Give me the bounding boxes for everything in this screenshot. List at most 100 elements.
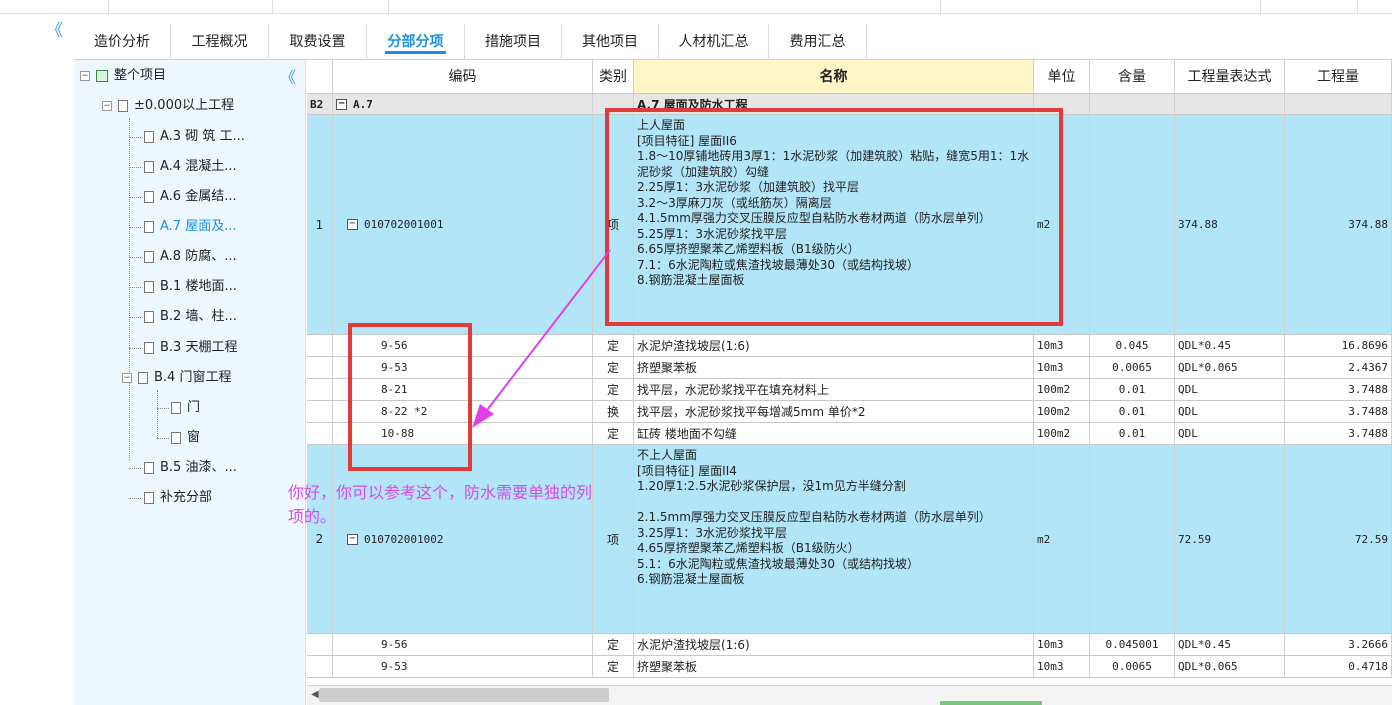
row-seq: 2 xyxy=(307,445,333,634)
tree-root[interactable]: − 整个项目 xyxy=(80,65,166,87)
row-quantity: 3.7488 xyxy=(1285,379,1392,401)
tree-node-a8[interactable]: A.8 防腐、... xyxy=(144,246,237,268)
header-quantity[interactable]: 工程量 xyxy=(1285,60,1392,94)
table-row[interactable]: 2 −010702001002 项 不上人屋面 [项目特征] 屋面II4 1.2… xyxy=(307,445,1392,634)
top-toolbar-strip xyxy=(0,0,1392,14)
tree-guide-line xyxy=(129,197,141,198)
row-code[interactable]: −010702001002 xyxy=(333,445,593,634)
row-unit: 10m3 xyxy=(1034,335,1090,357)
tree-root-label: 整个项目 xyxy=(114,68,167,83)
row-ratio xyxy=(1090,445,1175,634)
tab-labor-material-summary[interactable]: 人材机汇总 xyxy=(659,24,769,60)
header-expression[interactable]: 工程量表达式 xyxy=(1175,60,1285,94)
row-expression[interactable]: QDL*0.065 xyxy=(1175,357,1285,379)
collapse-icon[interactable]: − xyxy=(347,533,358,545)
document-icon xyxy=(144,190,154,203)
row-name[interactable]: 缸砖 楼地面不勾缝 xyxy=(634,423,1034,445)
tab-measure-items[interactable]: 措施项目 xyxy=(465,24,562,60)
tree-node-door[interactable]: 门 xyxy=(171,397,200,419)
tree-node-above-ground[interactable]: − ±0.000以上工程 xyxy=(102,95,234,117)
tree-node-a4[interactable]: A.4 混凝土... xyxy=(144,156,237,178)
tree-guide-line xyxy=(129,167,141,168)
row-seq xyxy=(307,335,333,357)
tree-node-window[interactable]: 窗 xyxy=(171,427,200,449)
tree-node-a3[interactable]: A.3 砌 筑 工... xyxy=(144,126,245,148)
row-name[interactable]: 找平层，水泥砂浆找平每增减5mm 单价*2 xyxy=(634,401,1034,423)
collapse-icon[interactable]: − xyxy=(347,219,358,230)
collapse-icon[interactable]: − xyxy=(336,98,347,110)
tree-node-label: A.7 屋面及... xyxy=(160,219,237,234)
group-qty xyxy=(1285,94,1392,115)
row-unit: m2 xyxy=(1034,445,1090,634)
scroll-left-icon[interactable]: ◀ xyxy=(311,689,319,700)
document-icon xyxy=(144,461,154,474)
horizontal-scrollbar[interactable]: ◀ xyxy=(307,685,1392,705)
row-expression[interactable]: QDL xyxy=(1175,423,1285,445)
row-expression[interactable]: QDL xyxy=(1175,379,1285,401)
table-row[interactable]: 9-53 定 挤塑聚苯板 10m3 0.0065 QDL*0.065 0.471… xyxy=(307,656,1392,678)
header-name[interactable]: 名称 xyxy=(634,60,1034,94)
tree-node-b3[interactable]: B.3 天棚工程 xyxy=(144,337,237,359)
row-quantity: 72.59 xyxy=(1285,445,1392,634)
tab-fee-settings[interactable]: 取费设置 xyxy=(269,24,367,60)
tree-node-b1[interactable]: B.1 楼地面... xyxy=(144,276,237,298)
row-code[interactable]: 9-53 xyxy=(333,656,593,678)
row-expression[interactable]: QDL*0.45 xyxy=(1175,634,1285,656)
tree-node-b2[interactable]: B.2 墙、柱... xyxy=(144,306,237,328)
row-name[interactable]: 挤塑聚苯板 xyxy=(634,357,1034,379)
tab-fee-summary[interactable]: 费用汇总 xyxy=(769,24,867,60)
tree-node-b5[interactable]: B.5 油漆、... xyxy=(144,457,237,479)
tree-node-b4[interactable]: − B.4 门窗工程 xyxy=(122,367,231,389)
row-expression[interactable]: 374.88 xyxy=(1175,115,1285,335)
row-quantity: 3.7488 xyxy=(1285,423,1392,445)
row-seq xyxy=(307,357,333,379)
collapse-tree-icon[interactable]: 《 xyxy=(280,64,296,88)
tree-node-label: A.3 砌 筑 工... xyxy=(160,129,245,144)
row-expression[interactable]: QDL*0.065 xyxy=(1175,656,1285,678)
tree-node-a7[interactable]: A.7 屋面及... xyxy=(144,216,237,238)
collapse-icon[interactable]: − xyxy=(122,372,132,383)
row-name-description[interactable]: 不上人屋面 [项目特征] 屋面II4 1.20厚1:2.5水泥砂浆保护层，没1m… xyxy=(634,445,1034,634)
row-type: 定 xyxy=(593,634,634,656)
row-name[interactable]: 水泥炉渣找坡层(1:6) xyxy=(634,634,1034,656)
tree-node-label: 门 xyxy=(187,400,201,415)
table-row[interactable]: 9-56 定 水泥炉渣找坡层(1:6) 10m3 0.045001 QDL*0.… xyxy=(307,634,1392,656)
group-code-text: A.7 xyxy=(353,97,373,111)
tree-node-supplementary[interactable]: 补充分部 xyxy=(144,487,212,509)
scrollbar-thumb[interactable] xyxy=(319,688,609,702)
tab-section-items[interactable]: 分部分项 xyxy=(367,24,465,60)
row-code[interactable]: −010702001001 xyxy=(333,115,593,335)
row-expression[interactable]: QDL*0.45 xyxy=(1175,335,1285,357)
status-indicator xyxy=(940,701,1042,705)
group-code: − A.7 xyxy=(333,94,593,115)
row-ratio: 0.045 xyxy=(1090,335,1175,357)
tab-project-overview[interactable]: 工程概况 xyxy=(171,24,269,60)
header-unit[interactable]: 单位 xyxy=(1034,60,1090,94)
tree-node-label: 窗 xyxy=(187,430,201,445)
row-type: 定 xyxy=(593,335,634,357)
row-quantity: 3.7488 xyxy=(1285,401,1392,423)
row-ratio: 0.0065 xyxy=(1090,357,1175,379)
tree-node-label: B.5 油漆、... xyxy=(160,460,237,475)
row-expression[interactable]: QDL xyxy=(1175,401,1285,423)
row-name[interactable]: 挤塑聚苯板 xyxy=(634,656,1034,678)
collapse-panel-icon[interactable]: 《 xyxy=(46,23,63,40)
collapse-icon[interactable]: − xyxy=(102,100,112,111)
row-name[interactable]: 找平层，水泥砂浆找平在填充材料上 xyxy=(634,379,1034,401)
row-name[interactable]: 水泥炉渣找坡层(1:6) xyxy=(634,335,1034,357)
row-expression[interactable]: 72.59 xyxy=(1175,445,1285,634)
row-code[interactable]: 9-56 xyxy=(333,634,593,656)
tab-cost-analysis[interactable]: 造价分析 xyxy=(74,24,171,60)
tree-node-label: B.4 门窗工程 xyxy=(154,370,232,385)
header-type[interactable]: 类别 xyxy=(593,60,634,94)
tree-guide-line xyxy=(157,408,169,409)
header-ratio[interactable]: 含量 xyxy=(1090,60,1175,94)
header-code[interactable]: 编码 xyxy=(333,60,593,94)
tab-other-items[interactable]: 其他项目 xyxy=(562,24,659,60)
row-seq xyxy=(307,379,333,401)
collapse-icon[interactable]: − xyxy=(80,70,90,81)
row-ratio xyxy=(1090,115,1175,335)
tree-node-a6[interactable]: A.6 金属结... xyxy=(144,186,237,208)
tree-guide-line xyxy=(129,468,141,469)
group-expr xyxy=(1175,94,1285,115)
